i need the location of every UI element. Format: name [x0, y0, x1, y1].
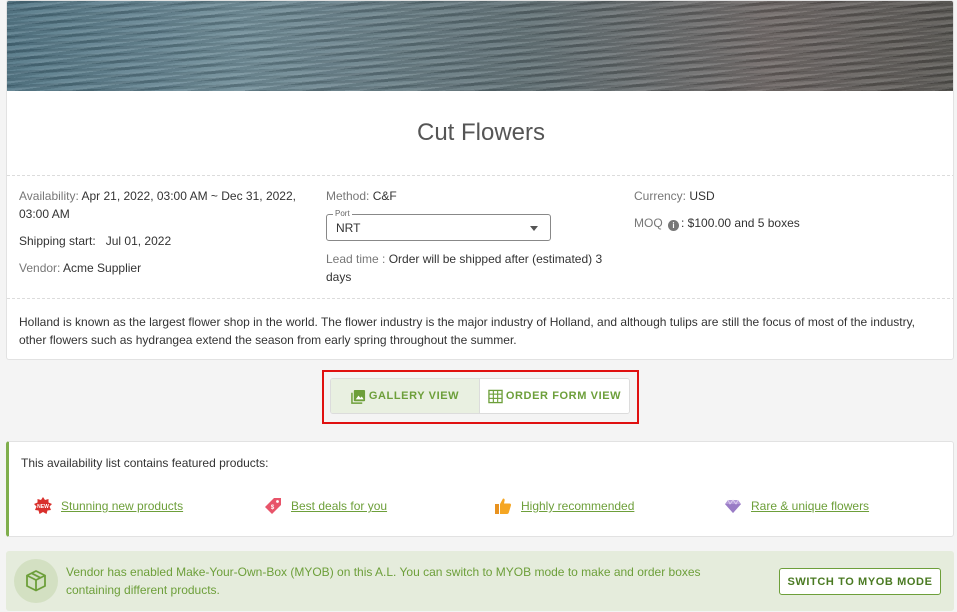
moq-label: MOQ	[634, 216, 663, 230]
banner-image	[7, 1, 953, 91]
availability-label: Availability:	[19, 189, 79, 203]
shipping-value: Jul 01, 2022	[105, 234, 172, 248]
divider	[7, 298, 953, 299]
switch-to-myob-button[interactable]: SWITCH TO MYOB MODE	[779, 568, 941, 595]
shipping-label: Shipping start:	[19, 234, 96, 248]
gallery-view-label: GALLERY VIEW	[368, 390, 460, 402]
lead-time-info: Lead time : Order will be shipped after …	[326, 250, 626, 286]
info-icon[interactable]: i	[668, 220, 680, 231]
diamond-icon	[723, 496, 743, 516]
order-form-view-label: ORDER FORM VIEW	[505, 390, 622, 402]
featured-item-deals: $ Best deals for you	[263, 496, 387, 516]
port-select[interactable]: Port NRT	[326, 208, 551, 241]
moq-info: MOQ i: $100.00 and 5 boxes	[634, 214, 934, 232]
port-label: Port	[333, 208, 352, 220]
price-tag-icon: $	[263, 496, 283, 516]
vendor-value: Acme Supplier	[63, 261, 142, 275]
vendor-label: Vendor:	[19, 261, 61, 275]
currency-value: USD	[689, 189, 715, 203]
myob-banner: Vendor has enabled Make-Your-Own-Box (MY…	[6, 551, 954, 611]
method-info: Method: C&F	[326, 187, 626, 205]
new-badge-icon: NEW	[33, 496, 53, 516]
currency-label: Currency:	[634, 189, 687, 203]
featured-link-deals[interactable]: Best deals for you	[291, 499, 387, 513]
svg-text:NEW: NEW	[37, 504, 49, 510]
featured-link-recommended[interactable]: Highly recommended	[521, 499, 634, 513]
shipping-info: Shipping start: Jul 01, 2022	[19, 232, 309, 250]
box-icon	[14, 559, 58, 603]
table-grid-icon	[488, 389, 503, 403]
method-label: Method:	[326, 189, 370, 203]
featured-item-new: NEW Stunning new products	[33, 496, 183, 516]
availability-info: Availability: Apr 21, 2022, 03:00 AM ~ D…	[19, 187, 309, 223]
featured-link-rare[interactable]: Rare & unique flowers	[751, 499, 869, 513]
order-form-view-button[interactable]: ORDER FORM VIEW	[480, 379, 629, 413]
featured-item-rare: Rare & unique flowers	[723, 496, 869, 516]
view-toggle: GALLERY VIEW ORDER FORM VIEW	[330, 378, 630, 414]
product-card: Cut Flowers Availability: Apr 21, 2022, …	[6, 0, 954, 360]
moq-value: : $100.00 and 5 boxes	[681, 216, 800, 230]
thumbs-up-icon	[493, 496, 513, 516]
featured-products-panel: This availability list contains featured…	[6, 441, 954, 537]
featured-item-recommended: Highly recommended	[493, 496, 634, 516]
page-title: Cut Flowers	[416, 119, 546, 146]
myob-message: Vendor has enabled Make-Your-Own-Box (MY…	[66, 565, 701, 597]
gallery-icon	[351, 389, 365, 404]
product-description: Holland is known as the largest flower s…	[19, 315, 916, 347]
featured-intro: This availability list contains featured…	[21, 456, 269, 470]
chevron-down-icon	[530, 226, 538, 231]
port-value: NRT	[336, 221, 361, 235]
currency-info: Currency: USD	[634, 187, 934, 205]
gallery-view-button[interactable]: GALLERY VIEW	[331, 379, 480, 413]
lead-time-label: Lead time :	[326, 252, 386, 266]
method-value: C&F	[372, 189, 397, 203]
featured-link-new[interactable]: Stunning new products	[61, 499, 183, 513]
divider	[7, 175, 953, 176]
vendor-info: Vendor: Acme Supplier	[19, 259, 309, 277]
